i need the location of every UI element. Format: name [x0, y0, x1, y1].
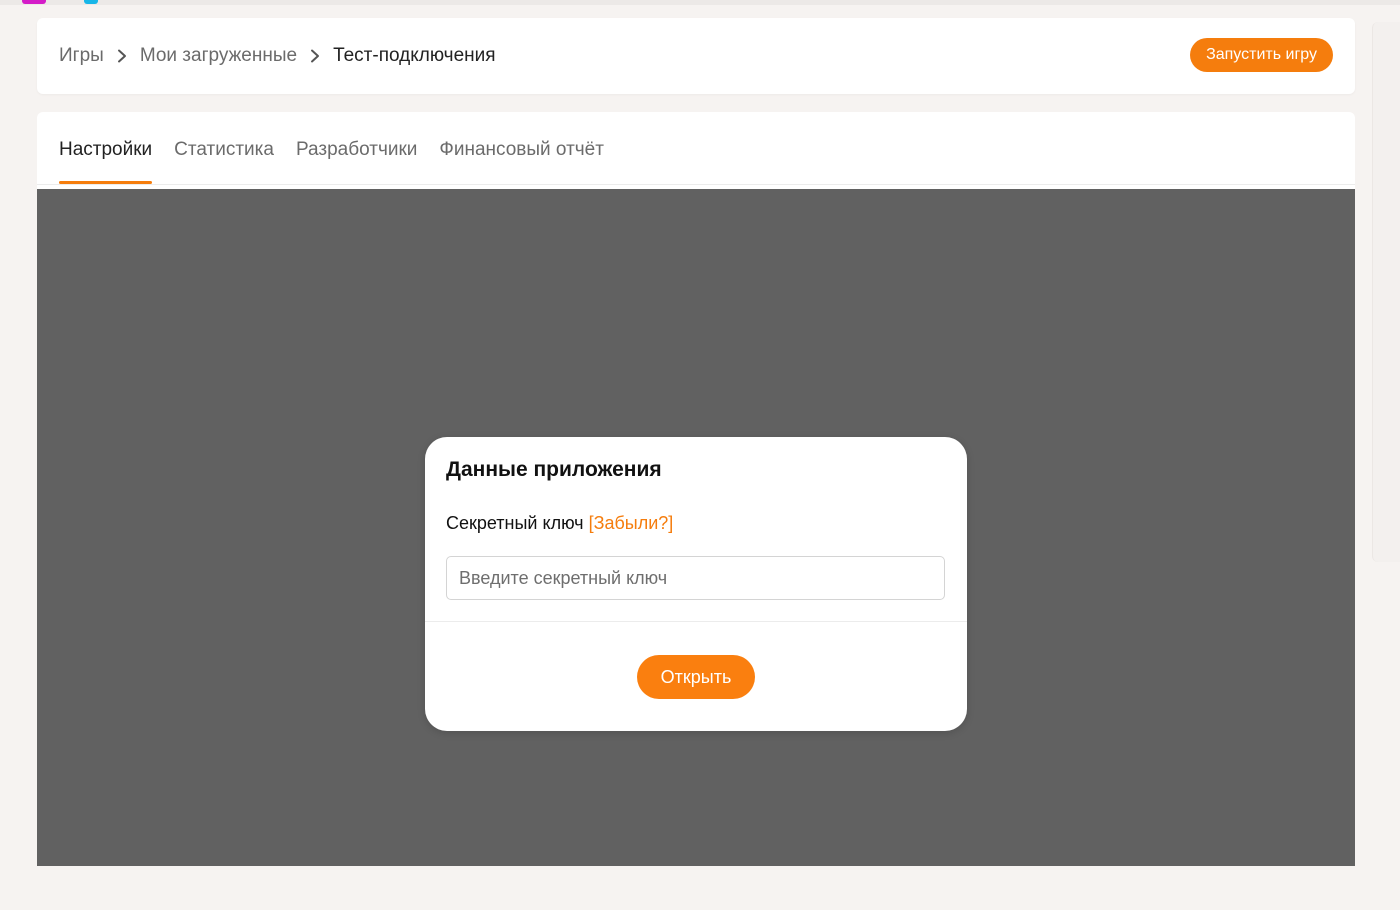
side-panel-edge [1372, 22, 1400, 562]
chevron-right-icon [297, 49, 333, 63]
breadcrumb-item-current: Тест-подключения [333, 45, 496, 66]
secret-key-label: Секретный ключ [Забыли?] [446, 513, 673, 534]
tabs-divider [37, 184, 1355, 185]
header-card: Игры Мои загруженные Тест-подключения За… [37, 18, 1355, 94]
forgot-key-link[interactable]: [Забыли?] [589, 513, 674, 533]
app-data-modal: Данные приложения Секретный ключ [Забыли… [425, 437, 967, 731]
tab-financial-report[interactable]: Финансовый отчёт [439, 112, 604, 184]
modal-divider [425, 621, 967, 622]
breadcrumb-item-my-uploaded[interactable]: Мои загруженные [140, 45, 297, 67]
tab-settings[interactable]: Настройки [59, 112, 153, 184]
top-strip [0, 0, 1400, 5]
breadcrumb-item-games[interactable]: Игры [59, 45, 104, 67]
secret-key-label-text: Секретный ключ [446, 513, 584, 533]
launch-game-button[interactable]: Запустить игру [1190, 38, 1333, 72]
modal-title: Данные приложения [446, 458, 662, 481]
logo-fragment [14, 0, 100, 4]
tab-statistics[interactable]: Статистика [174, 112, 274, 184]
chevron-right-icon [104, 49, 140, 63]
secret-key-input[interactable] [446, 556, 945, 600]
open-button[interactable]: Открыть [637, 655, 755, 699]
tab-developers[interactable]: Разработчики [296, 112, 417, 184]
tab-bar: Настройки Статистика Разработчики Финанс… [59, 112, 604, 184]
breadcrumb: Игры Мои загруженные Тест-подключения [59, 45, 496, 67]
